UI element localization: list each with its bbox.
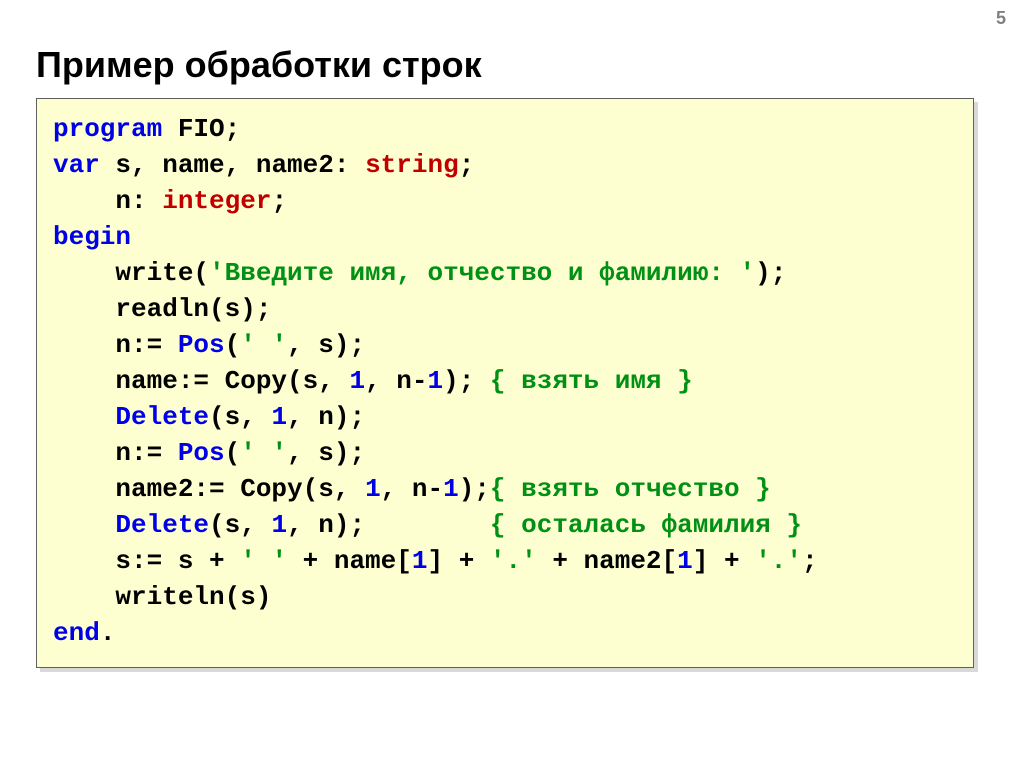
code-line-1: program FIO;	[53, 114, 240, 144]
code-line-7: n:= Pos(' ', s);	[53, 330, 365, 360]
comment-surname-left: { осталась фамилия }	[490, 510, 802, 540]
type-string: string	[365, 150, 459, 180]
l5-end: );	[755, 258, 786, 288]
code-line-15: end.	[53, 618, 115, 648]
keyword-var: var	[53, 150, 100, 180]
l11-close: );	[459, 474, 490, 504]
l12-mid: (s,	[209, 510, 271, 540]
code-content: program FIO; var s, name, name2: string;…	[53, 111, 957, 651]
code-line-6: readln(s);	[53, 294, 271, 324]
str-space-2: ' '	[240, 438, 287, 468]
str-sp: ' '	[240, 546, 287, 576]
l12-n1: 1	[271, 510, 287, 540]
l8-close: );	[443, 366, 490, 396]
code-line-8: name:= Copy(s, 1, n-1); { взять имя }	[53, 366, 693, 396]
l9-end: , n);	[287, 402, 365, 432]
l6: readln(s);	[53, 294, 271, 324]
l13-end: ;	[802, 546, 818, 576]
code-line-12: Delete(s, 1, n); { осталась фамилия }	[53, 510, 802, 540]
l7-end: , s);	[287, 330, 365, 360]
l9-n1: 1	[271, 402, 287, 432]
l5-pre: write(	[53, 258, 209, 288]
l15-dot: .	[100, 618, 116, 648]
l7-pre: n:=	[53, 330, 178, 360]
type-integer: integer	[162, 186, 271, 216]
l10-end: , s);	[287, 438, 365, 468]
comment-take-name: { взять имя }	[490, 366, 693, 396]
code-line-10: n:= Pos(' ', s);	[53, 438, 365, 468]
fn-pos-2: Pos	[178, 438, 225, 468]
code-line-3: n: integer;	[53, 186, 287, 216]
l13-m3: + name2[	[537, 546, 677, 576]
str-dot-2: '.'	[755, 546, 802, 576]
code-line-13: s:= s + ' ' + name[1] + '.' + name2[1] +…	[53, 546, 818, 576]
l12-pre	[53, 510, 115, 540]
l12-end: , n);	[287, 510, 490, 540]
l13-m2: ] +	[427, 546, 489, 576]
l13-n1: 1	[412, 546, 428, 576]
code-line-9: Delete(s, 1, n);	[53, 402, 365, 432]
l2-mid: s, name, name2:	[100, 150, 365, 180]
l8-pre: name:= Copy(s,	[53, 366, 349, 396]
l8-n2: 1	[427, 366, 443, 396]
l11-n1: 1	[365, 474, 381, 504]
code-line-14: writeln(s)	[53, 582, 271, 612]
l3-end: ;	[271, 186, 287, 216]
l13-n2: 1	[677, 546, 693, 576]
l11-pre: name2:= Copy(s,	[53, 474, 365, 504]
fn-delete-2: Delete	[115, 510, 209, 540]
l2-end: ;	[459, 150, 475, 180]
l8-mid: , n-	[365, 366, 427, 396]
keyword-begin: begin	[53, 222, 131, 252]
fn-delete-1: Delete	[115, 402, 209, 432]
l7-mid: (	[225, 330, 241, 360]
l3-pre: n:	[53, 186, 162, 216]
str-space-1: ' '	[240, 330, 287, 360]
l13-m1: + name[	[287, 546, 412, 576]
l8-n1: 1	[349, 366, 365, 396]
page-number: 5	[996, 8, 1006, 29]
fn-pos-1: Pos	[178, 330, 225, 360]
str-dot-1: '.'	[490, 546, 537, 576]
string-prompt: 'Введите имя, отчество и фамилию: '	[209, 258, 755, 288]
code-line-5: write('Введите имя, отчество и фамилию: …	[53, 258, 786, 288]
l9-pre	[53, 402, 115, 432]
l1-rest: FIO;	[162, 114, 240, 144]
l11-mid: , n-	[381, 474, 443, 504]
code-line-11: name2:= Copy(s, 1, n-1);{ взять отчество…	[53, 474, 771, 504]
l13-m4: ] +	[693, 546, 755, 576]
code-block: program FIO; var s, name, name2: string;…	[36, 98, 974, 668]
keyword-end: end	[53, 618, 100, 648]
l13-pre: s:= s +	[53, 546, 240, 576]
l9-mid: (s,	[209, 402, 271, 432]
page-title: Пример обработки строк	[36, 44, 482, 86]
code-line-2: var s, name, name2: string;	[53, 150, 474, 180]
l10-mid: (	[225, 438, 241, 468]
code-line-4: begin	[53, 222, 131, 252]
keyword-program: program	[53, 114, 162, 144]
l14: writeln(s)	[53, 582, 271, 612]
l10-pre: n:=	[53, 438, 178, 468]
comment-take-patronymic: { взять отчество }	[490, 474, 771, 504]
l11-n2: 1	[443, 474, 459, 504]
